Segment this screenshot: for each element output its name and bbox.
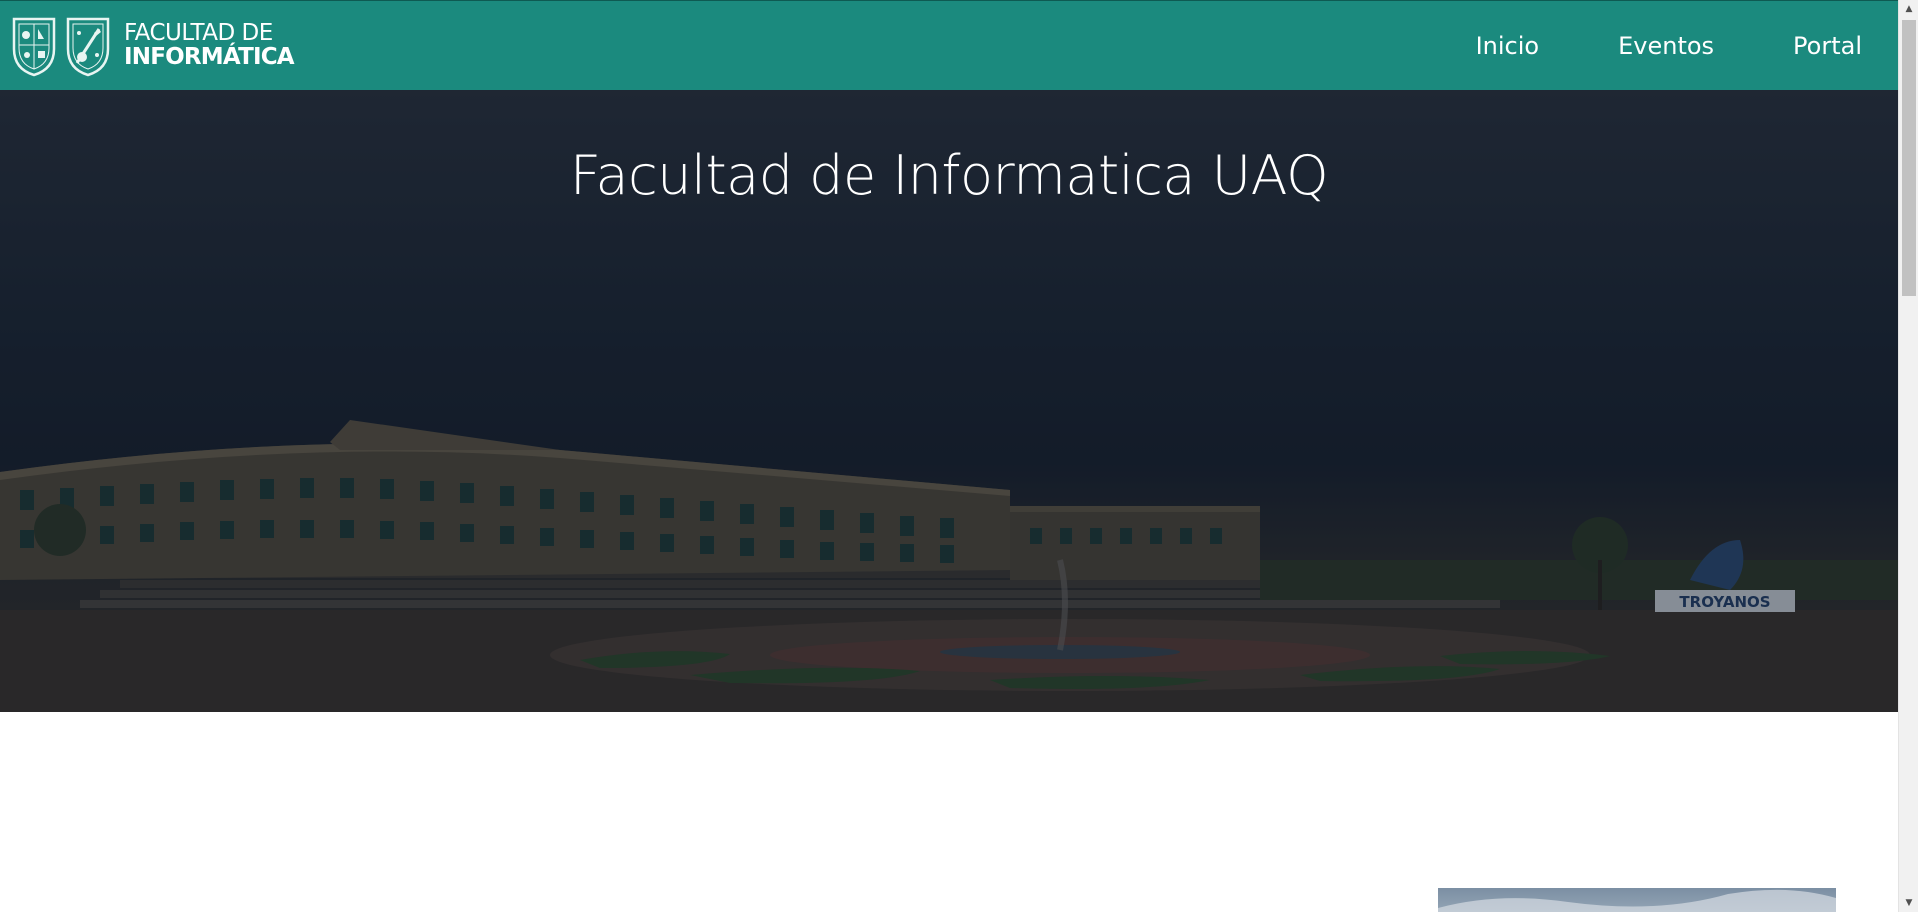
brand-line-1: FACULTAD DE bbox=[124, 20, 273, 46]
hero-banner: TROYANOS Facultad de Informatica UAQ bbox=[0, 90, 1898, 712]
main-content bbox=[0, 712, 1898, 912]
nav-link-inicio[interactable]: Inicio bbox=[1476, 32, 1540, 60]
faculty-shield-icon bbox=[66, 17, 110, 76]
brand-logo-link[interactable]: FACULTAD DE INFORMÁTICA bbox=[0, 1, 295, 91]
scroll-up-arrow-icon[interactable]: ▲ bbox=[1899, 0, 1918, 18]
vertical-scrollbar[interactable]: ▲ ▼ bbox=[1898, 0, 1918, 912]
nav-link-portal[interactable]: Portal bbox=[1793, 32, 1862, 60]
hero-title: Facultad de Informatica UAQ bbox=[569, 144, 1329, 207]
brand-line-2: INFORMÁTICA bbox=[124, 44, 295, 70]
content-image-thumbnail bbox=[1438, 888, 1836, 912]
brand-wordmark: FACULTAD DE INFORMÁTICA bbox=[124, 20, 295, 70]
nav-link-eventos[interactable]: Eventos bbox=[1618, 32, 1714, 60]
scrollbar-thumb[interactable] bbox=[1902, 20, 1916, 296]
page: FACULTAD DE INFORMÁTICA Inicio Eventos P… bbox=[0, 0, 1898, 912]
scroll-down-arrow-icon[interactable]: ▼ bbox=[1899, 894, 1918, 912]
top-navbar: FACULTAD DE INFORMÁTICA Inicio Eventos P… bbox=[0, 0, 1898, 90]
main-nav: Inicio Eventos Portal bbox=[1397, 32, 1898, 60]
university-shield-icon bbox=[12, 17, 56, 76]
